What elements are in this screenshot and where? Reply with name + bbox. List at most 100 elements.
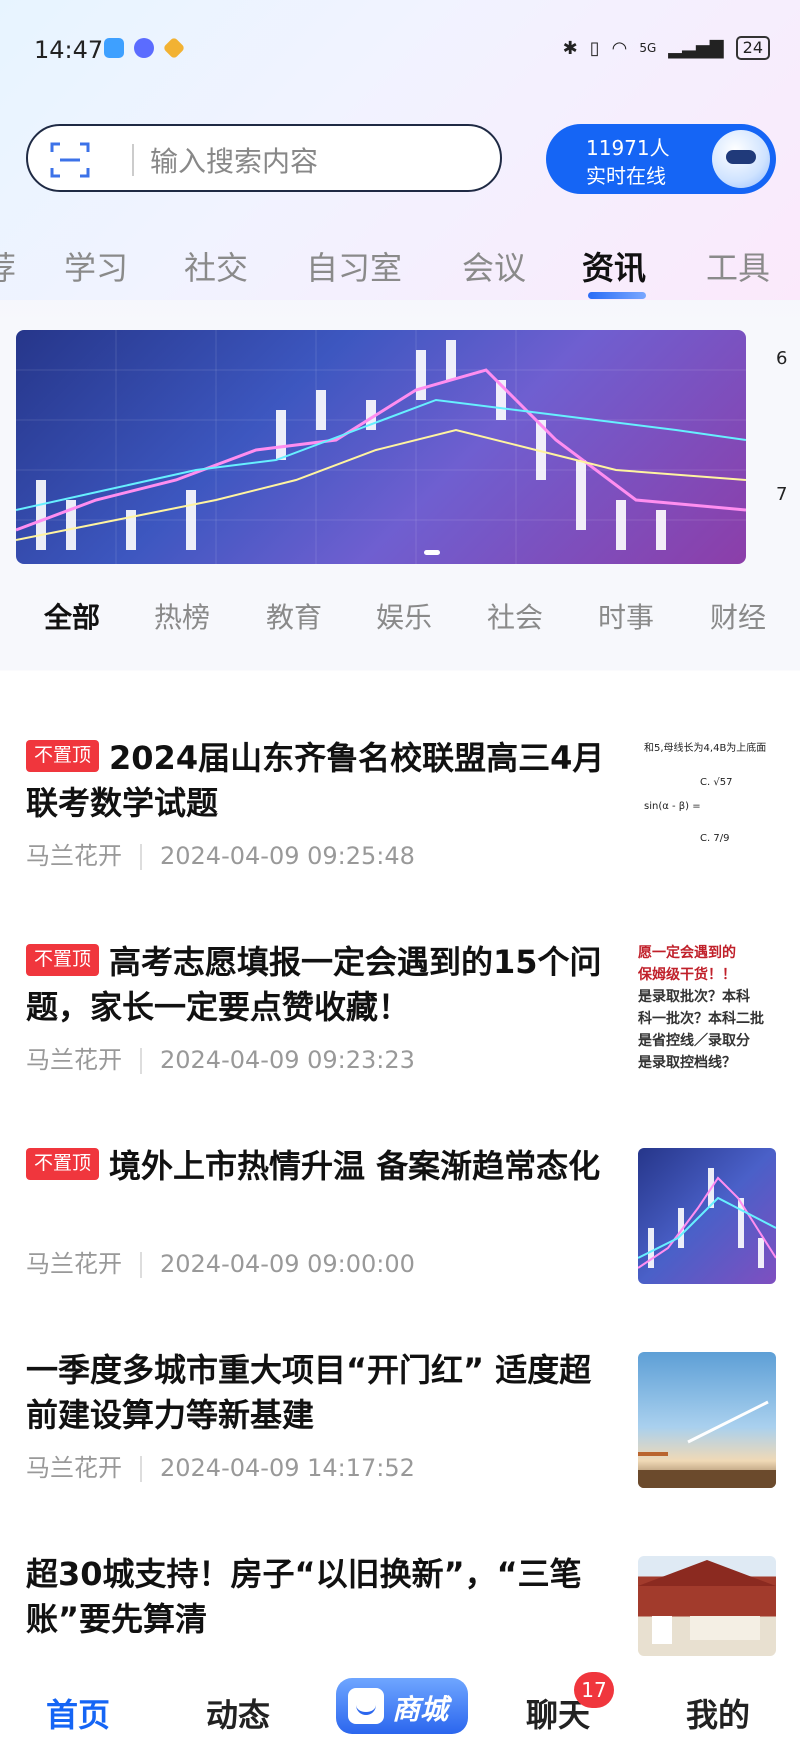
network-label: 5G: [639, 41, 657, 55]
search-bar[interactable]: 输入搜索内容: [26, 124, 502, 192]
online-count-button[interactable]: 11971人 实时在线: [546, 124, 776, 194]
tab-tools[interactable]: 工具: [706, 243, 770, 289]
scan-icon[interactable]: [50, 140, 90, 180]
nav-home[interactable]: 首页: [46, 1690, 110, 1736]
tab-study-room[interactable]: 自习室: [306, 243, 402, 289]
signal-icon: ▂▃▅▇: [668, 37, 724, 59]
battery-icon: 24: [735, 36, 770, 60]
news-thumbnail: 愿一定会遇到的 保姆级干货！！ 是录取批次？本科 科一批次？本科二批 是省控线／…: [638, 938, 776, 1074]
news-title[interactable]: 一季度多城市重大项目“开门红” 适度超前建设算力等新基建: [26, 1348, 606, 1438]
system-icons: ✱ ▯ ◠ 5G ▂▃▅▇ 24: [563, 36, 770, 60]
vibrate-icon: ▯: [589, 37, 600, 59]
stock-chart-thumbnail: [638, 1168, 776, 1269]
pin-tag: 不置顶: [26, 1148, 100, 1180]
tab-study[interactable]: 学习: [64, 243, 128, 289]
status-time: 14:47: [34, 36, 104, 64]
thumbnail-text: 保姆级干货！！: [638, 967, 736, 983]
news-title[interactable]: 超30城支持！房子“以旧换新”，“三笔账”要先算清: [26, 1552, 606, 1642]
banner-page-indicator: [424, 550, 440, 555]
news-time: 2024-04-09 09:23:23: [160, 1046, 415, 1074]
news-author: 马兰花开: [26, 1454, 122, 1482]
shopping-bag-icon: [348, 1688, 384, 1724]
news-item[interactable]: 不置顶 高考志愿填报一定会遇到的15个问题，家长一定要点赞收藏！ 马兰花开 2024…: [0, 938, 800, 1100]
thumbnail-text: C. √57: [700, 777, 733, 788]
thumbnail-text: 是省控线／录取分: [638, 1033, 750, 1049]
tab-meeting[interactable]: 会议: [462, 243, 526, 289]
construction-crane-thumbnail: [638, 1400, 776, 1488]
next-banner-peek: 7: [776, 484, 788, 505]
news-item[interactable]: 一季度多城市重大项目“开门红” 适度超前建设算力等新基建 马兰花开 2024-04…: [0, 1348, 800, 1508]
thumbnail-text: 是录取控档线？: [638, 1055, 736, 1071]
category-entertainment[interactable]: 娱乐: [376, 596, 432, 636]
news-author: 马兰花开: [26, 1046, 122, 1074]
category-tab-bar: 全部 热榜 教育 娱乐 社会 时事 财经: [0, 596, 800, 646]
music-notification-icon: [134, 38, 154, 58]
nav-me[interactable]: 我的: [686, 1690, 750, 1736]
page: 14:47 ✱ ▯ ◠ 5G ▂▃▅▇ 24 输入搜索内容 11971人 实时在…: [0, 0, 800, 1748]
tab-recommend[interactable]: 荐: [0, 243, 16, 289]
status-bar: 14:47 ✱ ▯ ◠ 5G ▂▃▅▇ 24: [0, 30, 800, 74]
news-title-text: 2024届山东齐鲁名校联盟高三4月联考数学试题: [26, 739, 605, 822]
game-notification-icon: [162, 36, 186, 60]
thumbnail-text: C. 7/9: [700, 833, 730, 844]
nav-feed[interactable]: 动态: [206, 1690, 270, 1736]
next-banner-peek: 6: [776, 348, 788, 369]
meta-divider: [140, 1456, 142, 1482]
news-item[interactable]: 超30城支持！房子“以旧换新”，“三笔账”要先算清: [0, 1552, 800, 1656]
bluetooth-icon: ✱: [562, 37, 578, 59]
tab-news[interactable]: 资讯: [582, 243, 646, 289]
search-input[interactable]: 输入搜索内容: [150, 140, 318, 180]
chat-unread-badge: 17: [574, 1672, 614, 1708]
news-meta: 马兰花开 2024-04-09 14:17:52: [26, 1448, 415, 1483]
thumbnail-text: 科一批次？本科二批: [638, 1011, 764, 1027]
thumbnail-text: 和5,母线长为4,4B为上底面: [644, 743, 767, 754]
news-title[interactable]: 不置顶 境外上市热情升温 备案渐趋常态化: [26, 1144, 606, 1189]
news-time: 2024-04-09 09:00:00: [160, 1250, 415, 1278]
news-author: 马兰花开: [26, 1250, 122, 1278]
meta-divider: [140, 844, 142, 870]
news-title[interactable]: 不置顶 高考志愿填报一定会遇到的15个问题，家长一定要点赞收藏！: [26, 940, 606, 1030]
pin-tag: 不置顶: [26, 740, 100, 772]
category-hot[interactable]: 热榜: [154, 596, 210, 636]
main-tab-bar: 荐 学习 社交 自习室 会议 资讯 工具: [0, 243, 800, 303]
category-current-affairs[interactable]: 时事: [598, 596, 654, 636]
pin-tag: 不置顶: [26, 944, 100, 976]
nav-shop-label: 商城: [392, 1693, 449, 1726]
search-divider: [132, 144, 134, 176]
news-time: 2024-04-09 14:17:52: [160, 1454, 415, 1482]
news-title-text: 高考志愿填报一定会遇到的15个问题，家长一定要点赞收藏！: [26, 943, 602, 1026]
news-meta: 马兰花开 2024-04-09 09:23:23: [26, 1040, 415, 1075]
online-count: 11971人: [586, 136, 670, 160]
news-meta: 马兰花开 2024-04-09 09:25:48: [26, 836, 415, 871]
thumbnail-text: sin(α - β) =: [644, 801, 701, 812]
tab-social[interactable]: 社交: [184, 243, 248, 289]
thumbnail-text: 是录取批次？本科: [638, 989, 750, 1005]
news-thumbnail: [638, 1148, 776, 1284]
house-thumbnail: [638, 1560, 776, 1644]
robot-avatar-icon: [712, 130, 770, 188]
bottom-navigation: 首页 动态 商城 聊天 17 我的: [0, 1656, 800, 1748]
news-thumbnail: [638, 1352, 776, 1488]
online-label: 实时在线: [586, 164, 666, 188]
nav-shop-button[interactable]: 商城: [336, 1678, 468, 1734]
news-title-text: 境外上市热情升温 备案渐趋常态化: [109, 1147, 601, 1185]
thumbnail-text: 愿一定会遇到的: [638, 945, 736, 961]
category-education[interactable]: 教育: [266, 596, 322, 636]
news-item[interactable]: 不置顶 境外上市热情升温 备案渐趋常态化 马兰花开 2024-04-09 09:00…: [0, 1144, 800, 1304]
news-item[interactable]: 不置顶 2024届山东齐鲁名校联盟高三4月联考数学试题 马兰花开 2024-04-0…: [0, 736, 800, 896]
category-all[interactable]: 全部: [44, 596, 100, 636]
meta-divider: [140, 1252, 142, 1278]
stock-chart-illustration: [16, 330, 746, 564]
notification-icons: [104, 36, 186, 60]
category-society[interactable]: 社会: [487, 596, 543, 636]
app-notification-icon: [104, 38, 124, 58]
meta-divider: [140, 1048, 142, 1074]
active-tab-indicator: [588, 292, 646, 299]
news-banner-image[interactable]: [16, 330, 746, 564]
news-time: 2024-04-09 09:25:48: [160, 842, 415, 870]
news-thumbnail: 和5,母线长为4,4B为上底面 C. √57 sin(α - β) = C. 7…: [638, 736, 776, 872]
news-title[interactable]: 不置顶 2024届山东齐鲁名校联盟高三4月联考数学试题: [26, 736, 606, 826]
wifi-icon: ◠: [611, 37, 628, 59]
category-finance[interactable]: 财经: [710, 596, 766, 636]
news-meta: 马兰花开 2024-04-09 09:00:00: [26, 1244, 415, 1279]
